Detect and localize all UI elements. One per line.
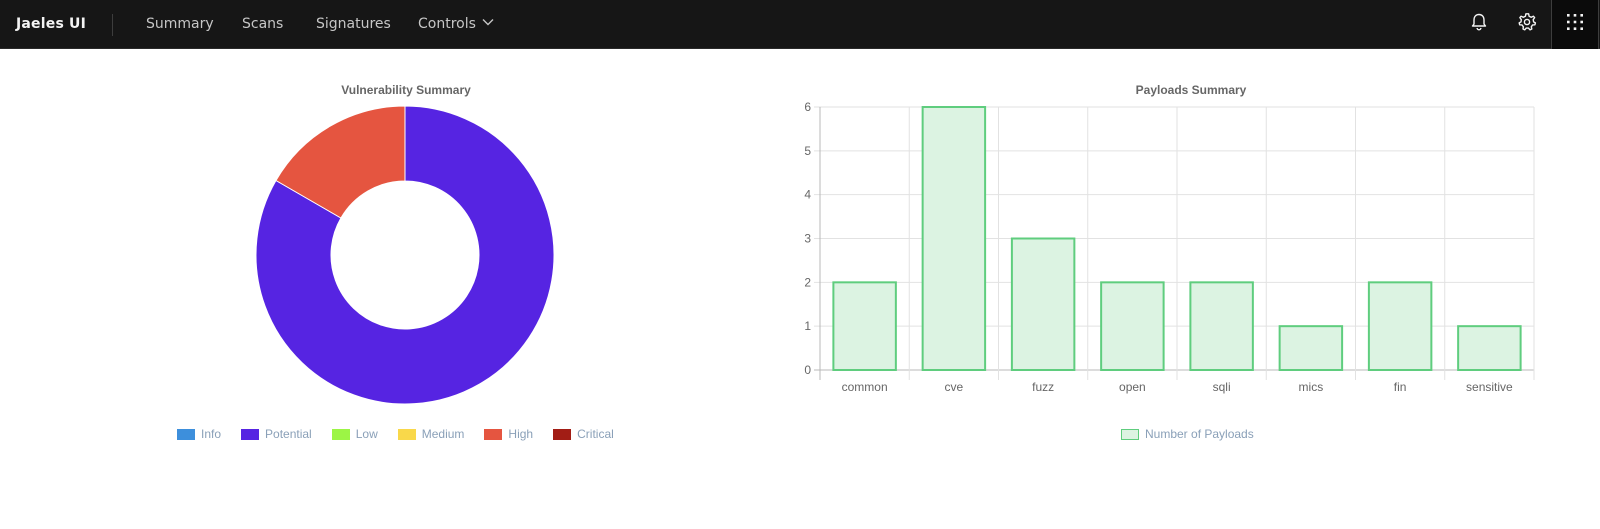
x-tick-label: open — [1119, 380, 1146, 394]
nav-controls-label: Controls — [418, 16, 476, 32]
bar-open[interactable] — [1100, 281, 1165, 371]
y-tick-label: 5 — [804, 144, 811, 158]
top-navbar: Jaeles UI Summary Scans Signatures Contr… — [0, 0, 1600, 49]
y-tick-label: 1 — [804, 319, 811, 333]
legend-swatch — [553, 428, 572, 440]
legend-swatch — [241, 428, 260, 440]
bar-mics[interactable] — [1278, 325, 1344, 372]
y-tick-label: 0 — [804, 363, 811, 377]
legend-item-medium[interactable]: Medium — [397, 427, 465, 441]
legend-swatch — [177, 428, 195, 440]
brand-divider — [112, 14, 113, 36]
legend-label: Medium — [421, 427, 465, 441]
legend-label: Number of Payloads — [1145, 427, 1254, 441]
legend-label: High — [508, 427, 534, 441]
payloads-bar-chart: 0 1 2 3 4 5 6 common cve fuzz open sqli mics fin sensi… — [804, 100, 1535, 394]
legend-swatch — [484, 428, 503, 440]
nav-summary[interactable]: Summary — [146, 0, 214, 49]
brand-name[interactable]: Jaeles UI — [16, 0, 86, 49]
y-tick-label: 2 — [804, 275, 811, 289]
bell-icon — [1469, 12, 1489, 37]
x-tick-label: fin — [1394, 380, 1407, 394]
bar-cve[interactable] — [921, 106, 987, 371]
legend-swatch — [1121, 428, 1139, 440]
nav-signatures[interactable]: Signatures — [316, 0, 391, 49]
bar-fin[interactable] — [1367, 281, 1433, 371]
x-tick-label: fuzz — [1032, 380, 1054, 394]
legend-item-info[interactable]: Info — [177, 427, 221, 441]
x-tick-label: cve — [945, 380, 964, 394]
legend-item-number-of-payloads[interactable]: Number of Payloads — [1121, 427, 1254, 441]
x-tick-label: sqli — [1213, 380, 1231, 394]
notifications-button[interactable] — [1455, 0, 1503, 49]
y-tick-label: 6 — [804, 100, 811, 114]
legend-swatch — [331, 428, 350, 440]
bar-fuzz[interactable] — [1010, 237, 1076, 371]
bar-common[interactable] — [832, 281, 897, 371]
legend-label: Critical — [577, 427, 614, 441]
settings-button[interactable] — [1503, 0, 1551, 49]
vulnerability-donut-chart — [255, 105, 555, 405]
legend-item-low[interactable]: Low — [331, 427, 378, 441]
legend-label: Info — [201, 427, 222, 441]
x-tick-label: sensitive — [1466, 380, 1513, 394]
legend-label: Low — [355, 427, 378, 441]
bar-sensitive[interactable] — [1457, 325, 1522, 372]
payloads-legend: Number of Payloads — [1121, 427, 1274, 441]
gear-icon — [1517, 12, 1537, 37]
nav-controls[interactable]: Controls — [418, 0, 494, 49]
x-tick-label: mics — [1299, 380, 1324, 394]
legend-swatch — [397, 428, 416, 440]
chevron-down-icon — [482, 0, 494, 47]
app-switcher-icon — [1566, 13, 1584, 36]
legend-label: Potential — [265, 427, 312, 441]
legend-item-potential[interactable]: Potential — [241, 427, 312, 441]
app-switcher-button[interactable] — [1551, 0, 1599, 49]
vulnerability-chart-title: Vulnerability Summary — [341, 83, 471, 97]
vulnerability-legend: Info Potential Low Medium High Critical — [177, 427, 634, 441]
x-tick-label: common — [842, 380, 888, 394]
bar-sqli[interactable] — [1189, 281, 1254, 371]
legend-item-critical[interactable]: Critical — [553, 427, 614, 441]
legend-item-high[interactable]: High — [484, 427, 533, 441]
payloads-chart-title: Payloads Summary — [1135, 83, 1247, 97]
y-tick-label: 3 — [804, 232, 811, 246]
y-tick-label: 4 — [804, 188, 811, 202]
nav-scans[interactable]: Scans — [242, 0, 283, 49]
